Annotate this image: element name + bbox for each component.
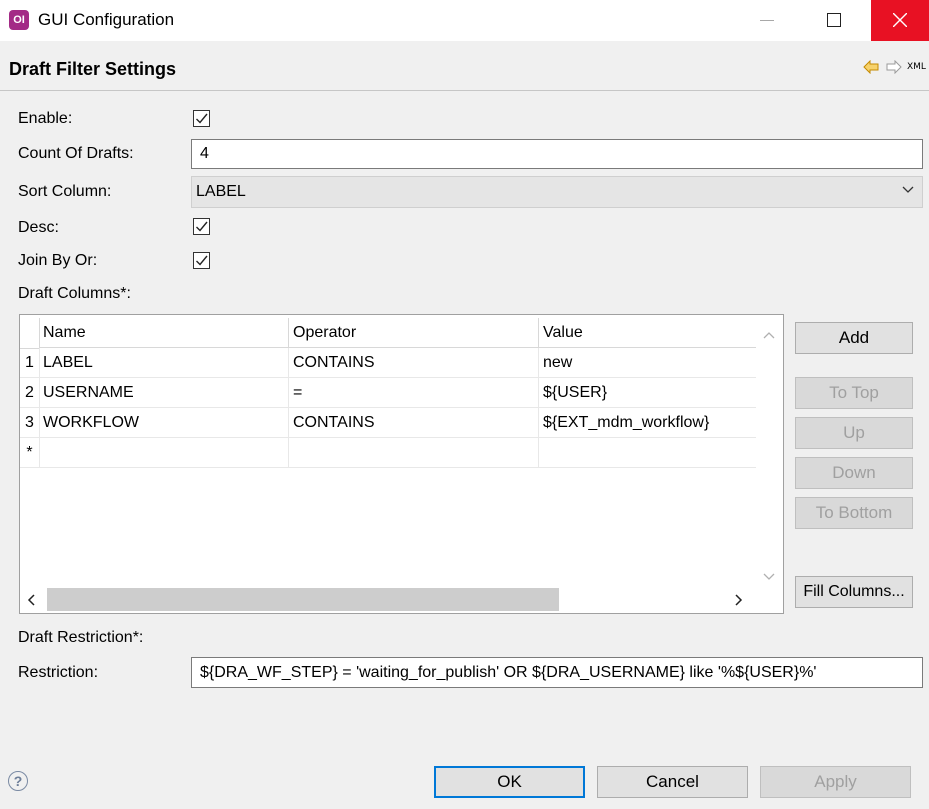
checkmark-icon [196,113,208,124]
help-icon[interactable]: ? [8,771,28,791]
close-button[interactable] [871,0,929,41]
horizontal-scroll-thumb[interactable] [47,588,559,611]
xml-view-button[interactable]: XML [907,62,926,72]
column-header-value[interactable]: Value [539,318,756,348]
draft-columns-label: Draft Columns*: [18,285,131,302]
enable-label: Enable: [18,110,73,127]
scroll-left-icon[interactable] [27,593,35,611]
restriction-input[interactable]: ${DRA_WF_STEP} = 'waiting_for_publish' O… [191,657,923,688]
sort-column-label: Sort Column: [18,183,112,200]
cell-name[interactable]: WORKFLOW [40,408,289,438]
cell-value[interactable]: ${EXT_mdm_workflow} [539,408,756,438]
maximize-button[interactable] [813,0,855,41]
back-arrow-icon[interactable] [863,59,879,79]
row-number: 2 [20,378,40,408]
cell-value[interactable]: new [539,348,756,378]
desc-label: Desc: [18,219,59,236]
scroll-right-icon[interactable] [735,593,743,611]
count-of-drafts-label: Count Of Drafts: [18,145,134,162]
table-corner-header [20,318,40,349]
checkmark-icon [196,221,208,232]
table-row[interactable]: 2 USERNAME = ${USER} [20,378,756,408]
enable-checkbox[interactable] [193,110,210,127]
cell-operator[interactable]: CONTAINS [289,408,539,438]
fill-columns-button[interactable]: Fill Columns... [795,576,913,608]
cell-value[interactable]: ${USER} [539,378,756,408]
app-logo-icon: OI [9,10,29,30]
page-title: Draft Filter Settings [9,59,177,79]
table-new-row[interactable]: * [20,438,756,468]
add-button[interactable]: Add [795,322,913,354]
join-by-or-checkbox[interactable] [193,252,210,269]
cell-operator[interactable]: = [289,378,539,408]
count-of-drafts-input[interactable]: 4 [191,139,923,169]
restriction-label: Restriction: [18,664,99,681]
to-top-button[interactable]: To Top [795,377,913,409]
up-button[interactable]: Up [795,417,913,449]
cell-name[interactable]: LABEL [40,348,289,378]
cell-name[interactable]: USERNAME [40,378,289,408]
scroll-up-icon[interactable] [763,326,775,344]
draft-restriction-label: Draft Restriction*: [18,629,144,646]
table-row[interactable]: 1 LABEL CONTAINS new [20,348,756,378]
header-divider [0,90,929,91]
window-title: GUI Configuration [38,10,175,29]
forward-arrow-icon[interactable] [886,59,902,79]
row-number: 1 [20,348,40,378]
desc-checkbox[interactable] [193,218,210,235]
cell-operator[interactable] [289,438,539,468]
to-bottom-button[interactable]: To Bottom [795,497,913,529]
scroll-down-icon[interactable] [763,568,775,586]
minimize-button[interactable] [745,0,787,41]
new-row-marker: * [20,438,40,468]
column-header-name[interactable]: Name [40,318,289,348]
table-row[interactable]: 3 WORKFLOW CONTAINS ${EXT_mdm_workflow} [20,408,756,438]
checkmark-icon [196,255,208,266]
cell-operator[interactable]: CONTAINS [289,348,539,378]
row-number: 3 [20,408,40,438]
close-icon [893,13,907,27]
sort-column-value: LABEL [196,183,246,200]
ok-button[interactable]: OK [434,766,585,798]
down-button[interactable]: Down [795,457,913,489]
sort-column-select[interactable]: LABEL [191,176,923,208]
cancel-button[interactable]: Cancel [597,766,748,798]
cell-name[interactable] [40,438,289,468]
join-by-or-label: Join By Or: [18,252,98,269]
apply-button[interactable]: Apply [760,766,911,798]
cell-value[interactable] [539,438,756,468]
chevron-down-icon [902,186,914,193]
column-header-operator[interactable]: Operator [289,318,539,348]
vertical-scrollbar[interactable] [756,318,783,586]
